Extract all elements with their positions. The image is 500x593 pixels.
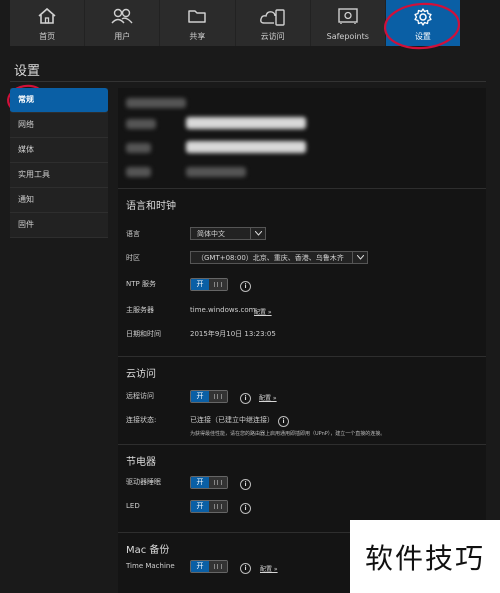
remote-access-label: 远程访问 bbox=[126, 392, 154, 400]
sidebar-item-utilities[interactable]: 实用工具 bbox=[10, 163, 108, 188]
info-icon[interactable]: i bbox=[240, 479, 251, 490]
section-cloud: 云访问 远程访问 开 i 配置 » 连接状态: 已连接（已建立中继连接） i 为… bbox=[118, 356, 486, 437]
page-title: 设置 bbox=[14, 64, 41, 79]
ntp-label: NTP 服务 bbox=[126, 280, 156, 288]
timezone-select-value: （GMT+08:00）北京、重庆、香港、乌鲁木齐 bbox=[197, 253, 344, 262]
section-energy: 节电器 驱动器睡眠 开 i LED 开 i bbox=[118, 444, 486, 524]
timezone-select[interactable]: （GMT+08:00）北京、重庆、香港、乌鲁木齐 bbox=[190, 251, 368, 264]
connection-status-value: 已连接（已建立中继连接） bbox=[190, 416, 274, 424]
time-machine-toggle[interactable]: 开 bbox=[190, 560, 228, 573]
grip-icon bbox=[214, 480, 222, 485]
sidebar-item-firmware[interactable]: 固件 bbox=[10, 213, 108, 238]
main-panel: 语言和时钟 语言 简体中文 时区 （GMT+08:00）北京、重庆、香港、乌鲁木… bbox=[118, 88, 486, 593]
server-config-link[interactable]: 配置 » bbox=[254, 307, 272, 316]
section-title: 语言和时钟 bbox=[126, 201, 176, 212]
info-icon[interactable]: i bbox=[240, 281, 251, 292]
section-title: 云访问 bbox=[126, 369, 156, 380]
redacted-label bbox=[126, 143, 151, 153]
info-icon[interactable]: i bbox=[240, 393, 251, 404]
drive-sleep-toggle[interactable]: 开 bbox=[190, 476, 228, 489]
chevron-down-icon bbox=[250, 228, 265, 239]
chevron-down-icon bbox=[352, 252, 367, 263]
grip-icon bbox=[214, 504, 222, 509]
grip-icon bbox=[214, 394, 222, 399]
time-machine-label: Time Machine bbox=[126, 562, 175, 570]
drive-sleep-label: 驱动器睡眠 bbox=[126, 478, 161, 486]
redacted-value bbox=[186, 141, 306, 153]
redacted-label bbox=[126, 98, 186, 108]
watermark: 软件技巧 bbox=[350, 520, 500, 593]
redacted-value bbox=[186, 167, 246, 177]
redacted-value bbox=[186, 117, 306, 129]
toggle-on-label: 开 bbox=[191, 501, 209, 512]
grip-icon bbox=[214, 282, 222, 287]
datetime-label: 日期和时间 bbox=[126, 330, 161, 338]
toggle-on-label: 开 bbox=[191, 477, 209, 488]
language-select[interactable]: 简体中文 bbox=[190, 227, 266, 240]
sidebar-item-network[interactable]: 网络 bbox=[10, 113, 108, 138]
remote-access-toggle[interactable]: 开 bbox=[190, 390, 228, 403]
redacted-label bbox=[126, 119, 156, 129]
sidebar-item-media[interactable]: 媒体 bbox=[10, 138, 108, 163]
info-icon[interactable]: i bbox=[278, 416, 289, 427]
server-value: time.windows.com bbox=[190, 306, 256, 314]
language-label: 语言 bbox=[126, 230, 140, 238]
ntp-toggle[interactable]: 开 bbox=[190, 278, 228, 291]
upnp-note: 为获得最佳性能，请在您的路由器上启用通用即插即用（UPnP），建立一个直接的连接… bbox=[190, 431, 386, 437]
info-icon[interactable]: i bbox=[240, 503, 251, 514]
annotation-circle-settings bbox=[383, 2, 461, 50]
led-label: LED bbox=[126, 502, 140, 510]
toggle-on-label: 开 bbox=[191, 391, 209, 402]
language-select-value: 简体中文 bbox=[197, 229, 225, 238]
grip-icon bbox=[214, 564, 222, 569]
redacted-label bbox=[126, 167, 151, 177]
info-icon[interactable]: i bbox=[240, 563, 251, 574]
title-divider bbox=[10, 81, 486, 82]
timezone-label: 时区 bbox=[126, 254, 140, 262]
section-language-time: 语言和时钟 语言 简体中文 时区 （GMT+08:00）北京、重庆、香港、乌鲁木… bbox=[118, 188, 486, 348]
toggle-on-label: 开 bbox=[191, 561, 209, 572]
connection-status-label: 连接状态: bbox=[126, 416, 157, 424]
toggle-on-label: 开 bbox=[191, 279, 209, 290]
remote-config-link[interactable]: 配置 » bbox=[259, 393, 277, 402]
server-label: 主服务器 bbox=[126, 306, 154, 314]
sidebar-item-general[interactable]: 常规 bbox=[10, 88, 108, 113]
section-title: 节电器 bbox=[126, 457, 156, 468]
time-machine-config-link[interactable]: 配置 » bbox=[260, 564, 278, 573]
datetime-value: 2015年9月10日 13:23:05 bbox=[190, 330, 276, 338]
sidebar: 常规 网络 媒体 实用工具 通知 固件 bbox=[10, 88, 108, 238]
led-toggle[interactable]: 开 bbox=[190, 500, 228, 513]
sidebar-item-notifications[interactable]: 通知 bbox=[10, 188, 108, 213]
